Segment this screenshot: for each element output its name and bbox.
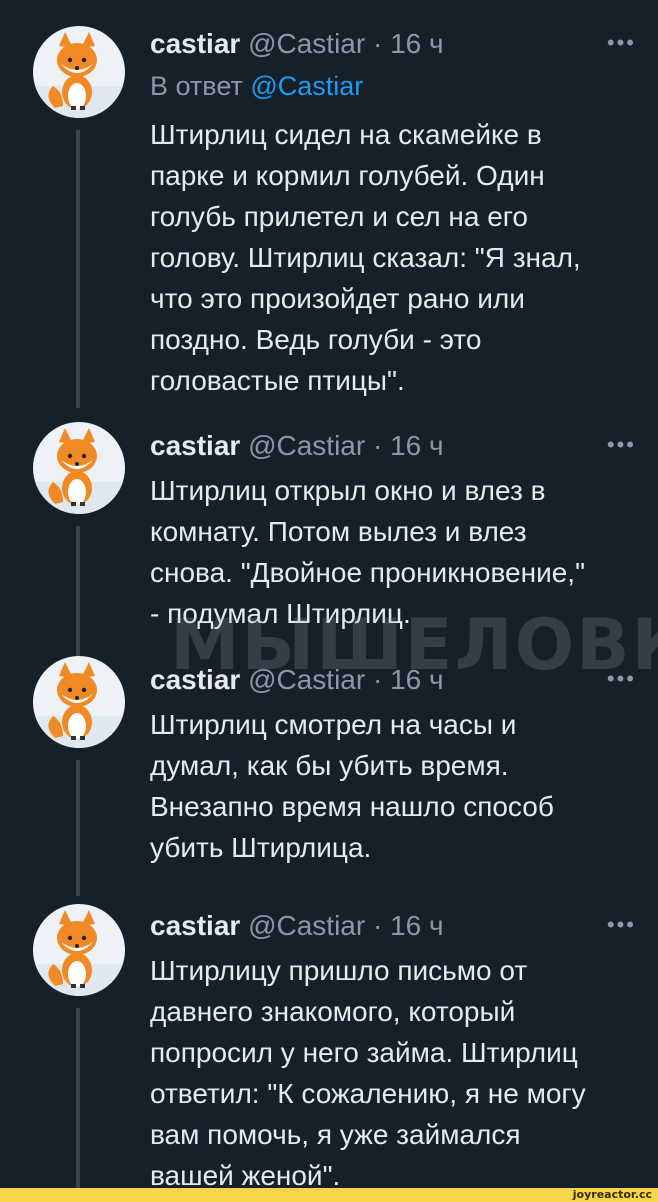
more-options-icon[interactable]: ••• xyxy=(607,28,636,58)
thread-line xyxy=(76,130,80,408)
more-options-icon[interactable]: ••• xyxy=(607,664,636,694)
tweet-text: Штирлиц сидел на скамейке в парке и корм… xyxy=(150,119,581,396)
fox-avatar-icon xyxy=(33,662,125,748)
thread-line xyxy=(76,1008,80,1188)
thread-line xyxy=(76,760,80,896)
more-options-icon[interactable]: ••• xyxy=(607,910,636,940)
timestamp[interactable]: · 16 ч xyxy=(373,430,444,461)
thread-line xyxy=(76,526,80,656)
user-handle[interactable]: @Castiar xyxy=(248,430,365,461)
reply-context: В ответ @Castiar xyxy=(150,68,363,104)
user-handle[interactable]: @Castiar xyxy=(248,664,365,695)
display-name[interactable]: castiar xyxy=(150,28,240,59)
fox-avatar-icon xyxy=(33,910,125,996)
avatar[interactable] xyxy=(33,656,125,748)
avatar[interactable] xyxy=(33,422,125,514)
user-handle[interactable]: @Castiar xyxy=(248,28,365,59)
tweet-text: Штирлиц смотрел на часы и думал, как бы … xyxy=(150,709,554,863)
tweet-text: Штирлиц открыл окно и влез в комнату. По… xyxy=(150,475,586,629)
fox-avatar-icon xyxy=(33,32,125,118)
display-name[interactable]: castiar xyxy=(150,430,240,461)
tweet-text: Штирлицу пришло письмо от давнего знаком… xyxy=(150,955,586,1191)
user-handle[interactable]: @Castiar xyxy=(248,910,365,941)
tweet-header: castiar @Castiar · 16 ч xyxy=(150,908,638,944)
fox-avatar-icon xyxy=(33,428,125,514)
tweet-header: castiar @Castiar · 16 ч xyxy=(150,662,638,698)
avatar[interactable] xyxy=(33,904,125,996)
timestamp[interactable]: · 16 ч xyxy=(373,28,444,59)
display-name[interactable]: castiar xyxy=(150,664,240,695)
reply-prefix: В ответ xyxy=(150,71,243,101)
avatar[interactable] xyxy=(33,26,125,118)
footer-site-label[interactable]: joyreactor.cc xyxy=(573,1188,652,1202)
tweet-header: castiar @Castiar · 16 ч xyxy=(150,428,638,464)
footer-bar xyxy=(0,1188,658,1202)
timestamp[interactable]: · 16 ч xyxy=(373,664,444,695)
tweet-header: castiar @Castiar · 16 ч xyxy=(150,26,638,62)
more-options-icon[interactable]: ••• xyxy=(607,430,636,460)
timestamp[interactable]: · 16 ч xyxy=(373,910,444,941)
reply-handle-link[interactable]: @Castiar xyxy=(250,71,363,101)
display-name[interactable]: castiar xyxy=(150,910,240,941)
